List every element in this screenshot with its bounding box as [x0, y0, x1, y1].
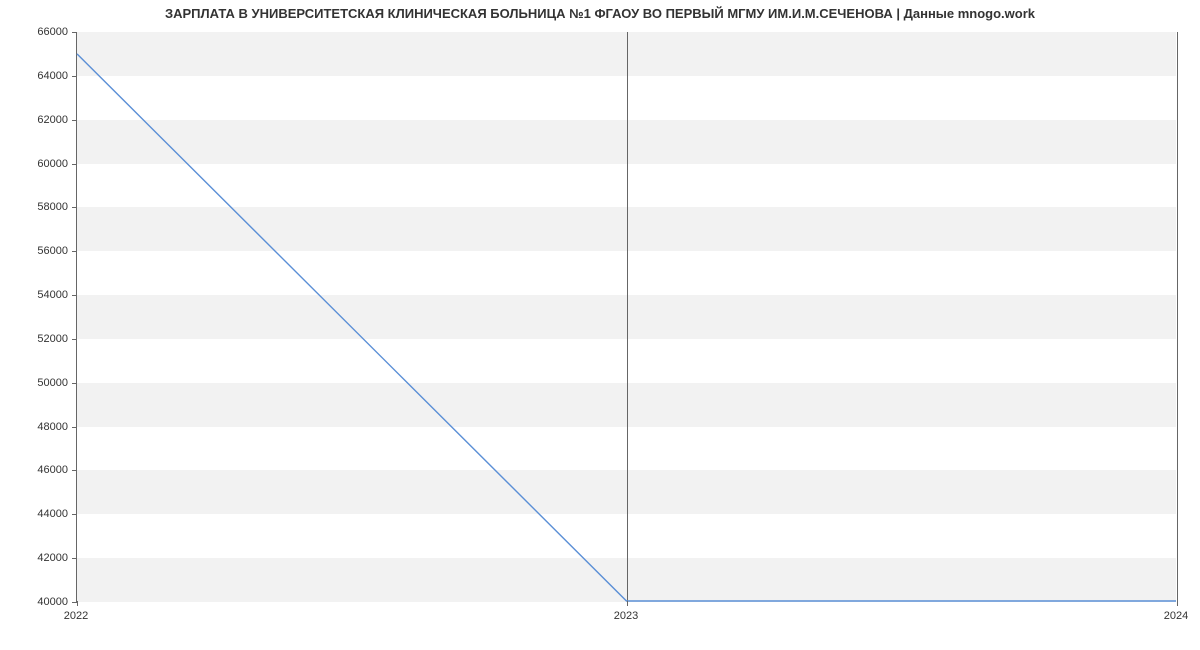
y-tick-mark — [72, 207, 77, 208]
y-tick-label: 62000 — [37, 114, 68, 126]
y-tick-label: 60000 — [37, 158, 68, 170]
y-tick-label: 58000 — [37, 201, 68, 213]
y-tick-label: 50000 — [37, 377, 68, 389]
y-tick-label: 42000 — [37, 552, 68, 564]
data-line — [77, 54, 1176, 601]
y-tick-mark — [72, 251, 77, 252]
chart-container: ЗАРПЛАТА В УНИВЕРСИТЕТСКАЯ КЛИНИЧЕСКАЯ Б… — [0, 0, 1200, 650]
y-tick-label: 66000 — [37, 26, 68, 38]
x-tick-label: 2024 — [1164, 610, 1188, 622]
y-tick-mark — [72, 558, 77, 559]
x-tick-mark — [627, 601, 628, 606]
y-tick-mark — [72, 164, 77, 165]
x-tick-label: 2022 — [64, 610, 88, 622]
y-tick-mark — [72, 470, 77, 471]
y-tick-mark — [72, 339, 77, 340]
plot-area — [76, 32, 1176, 602]
y-tick-mark — [72, 514, 77, 515]
y-tick-label: 52000 — [37, 333, 68, 345]
grid-line-vertical — [1177, 32, 1178, 601]
y-tick-label: 56000 — [37, 245, 68, 257]
y-tick-mark — [72, 427, 77, 428]
chart-title: ЗАРПЛАТА В УНИВЕРСИТЕТСКАЯ КЛИНИЧЕСКАЯ Б… — [0, 6, 1200, 21]
y-tick-label: 44000 — [37, 508, 68, 520]
y-tick-label: 64000 — [37, 70, 68, 82]
y-tick-label: 40000 — [37, 596, 68, 608]
x-tick-mark — [77, 601, 78, 606]
y-tick-mark — [72, 32, 77, 33]
x-tick-label: 2023 — [614, 610, 638, 622]
y-tick-mark — [72, 76, 77, 77]
line-series — [77, 32, 1176, 601]
y-tick-label: 48000 — [37, 421, 68, 433]
y-tick-mark — [72, 383, 77, 384]
y-tick-mark — [72, 120, 77, 121]
y-tick-mark — [72, 295, 77, 296]
y-tick-label: 46000 — [37, 464, 68, 476]
x-tick-mark — [1177, 601, 1178, 606]
y-tick-label: 54000 — [37, 289, 68, 301]
